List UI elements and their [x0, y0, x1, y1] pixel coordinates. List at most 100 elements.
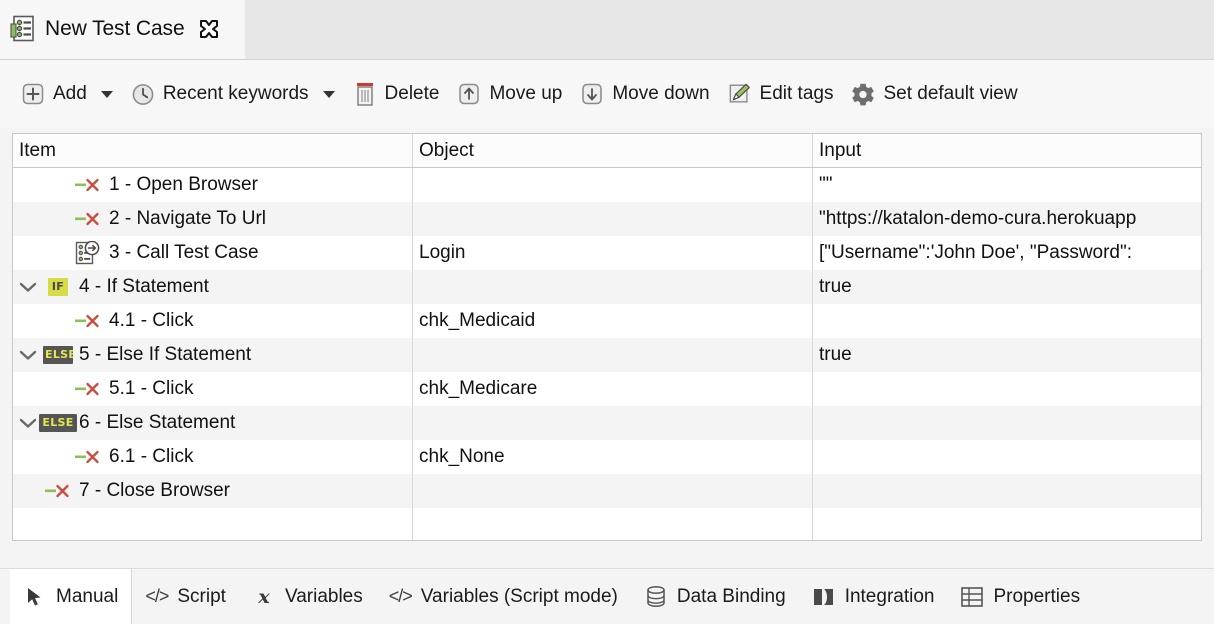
cell-object[interactable]: chk_None: [413, 440, 813, 474]
table-row[interactable]: 7 - Close Browser: [13, 474, 1201, 508]
cell-object[interactable]: Login: [413, 236, 813, 270]
plus-box-icon: [21, 82, 45, 106]
add-button[interactable]: Add: [21, 74, 122, 114]
cell-item[interactable]: 1 - Open Browser: [13, 168, 413, 202]
cell-input[interactable]: "": [813, 168, 1201, 202]
expand-chevron-icon[interactable]: [13, 281, 43, 293]
row-item-label: 5.1 - Click: [109, 378, 194, 399]
arrow-down-box-icon: [580, 82, 604, 106]
row-item-label: 2 - Navigate To Url: [109, 208, 266, 229]
keyword-icon: [75, 177, 101, 193]
database-icon: [644, 585, 668, 609]
expand-chevron-icon[interactable]: [13, 349, 43, 361]
else-if-badge: ELSEIF: [43, 346, 73, 364]
test-case-toolbar: Add Recent keywords Delete Move up Move …: [0, 60, 1214, 128]
row-item-label: 7 - Close Browser: [79, 480, 230, 501]
chevron-down-icon-2[interactable]: [322, 90, 335, 98]
column-header-input[interactable]: Input: [813, 134, 1201, 167]
cell-item[interactable]: 2 - Navigate To Url: [13, 202, 413, 236]
cell-item[interactable]: 5.1 - Click: [13, 372, 413, 406]
table-row[interactable]: 6.1 - Click chk_None: [13, 440, 1201, 474]
cell-object[interactable]: [413, 508, 813, 540]
cell-item[interactable]: 3 - Call Test Case: [13, 236, 413, 270]
table-row[interactable]: 5.1 - Click chk_Medicare: [13, 372, 1201, 406]
edit-tags-button[interactable]: Edit tags: [728, 74, 843, 114]
editor-bottom-tabs: Manual </> Script x Variables </> Variab…: [0, 568, 1214, 624]
table-grid-icon: [960, 585, 984, 609]
cell-object[interactable]: [413, 338, 813, 372]
table-row[interactable]: IF 4 - If Statement true: [13, 270, 1201, 304]
row-item-label: 4 - If Statement: [79, 276, 209, 297]
row-item-label: 6.1 - Click: [109, 446, 194, 467]
chevron-down-icon[interactable]: [100, 90, 113, 98]
cell-item[interactable]: ELSE 6 - Else Statement: [13, 406, 413, 440]
cell-object[interactable]: [413, 270, 813, 304]
cell-input[interactable]: [813, 406, 1201, 440]
delete-button[interactable]: Delete: [353, 74, 449, 114]
cell-item[interactable]: 6.1 - Click: [13, 440, 413, 474]
table-row[interactable]: ELSE 6 - Else Statement: [13, 406, 1201, 440]
keyword-icon: [75, 449, 101, 465]
cell-item[interactable]: 4.1 - Click: [13, 304, 413, 338]
cell-input[interactable]: [813, 508, 1201, 540]
cell-input[interactable]: [813, 304, 1201, 338]
cursor-arrow-icon: [23, 585, 47, 609]
set-default-view-label: Set default view: [883, 83, 1018, 104]
cell-object[interactable]: [413, 168, 813, 202]
table-row[interactable]: 3 - Call Test Case Login ["Username":'John…: [13, 236, 1201, 270]
row-icon-slot: [73, 241, 103, 265]
column-header-item[interactable]: Item: [13, 134, 413, 167]
clock-history-icon: [131, 82, 155, 106]
row-icon-slot: [73, 449, 103, 465]
tab-variables[interactable]: x Variables: [239, 569, 376, 624]
cell-object[interactable]: [413, 474, 813, 508]
tab-properties[interactable]: Properties: [947, 569, 1093, 624]
close-x-icon[interactable]: [198, 18, 220, 40]
tab-integration-label: Integration: [844, 585, 935, 607]
move-up-label: Move up: [489, 83, 563, 104]
table-header-row: Item Object Input: [13, 134, 1201, 168]
cell-object[interactable]: [413, 202, 813, 236]
keyword-icon: [45, 483, 71, 499]
keyword-icon: [75, 211, 101, 227]
tab-integration[interactable]: Integration: [799, 569, 948, 624]
cell-item[interactable]: ELSEIF 5 - Else If Statement: [13, 338, 413, 372]
cell-input[interactable]: true: [813, 270, 1201, 304]
tab-script[interactable]: </> Script: [131, 569, 239, 624]
set-default-view-button[interactable]: Set default view: [851, 74, 1026, 114]
table-row[interactable]: 4.1 - Click chk_Medicaid: [13, 304, 1201, 338]
recent-keywords-button[interactable]: Recent keywords: [131, 74, 344, 114]
tab-variables-script-mode-label: Variables (Script mode): [420, 585, 618, 607]
column-header-object[interactable]: Object: [413, 134, 813, 167]
document-tab-new-test-case[interactable]: New Test Case: [0, 0, 245, 59]
cell-input[interactable]: [813, 440, 1201, 474]
row-item-label: 1 - Open Browser: [109, 174, 258, 195]
row-item-label: 5 - Else If Statement: [79, 344, 252, 365]
code-brackets-icon-2: </>: [388, 586, 413, 606]
cell-input[interactable]: "https://katalon-demo-cura.herokuapp: [813, 202, 1201, 236]
table-row[interactable]: ELSEIF 5 - Else If Statement true: [13, 338, 1201, 372]
move-down-button[interactable]: Move down: [580, 74, 718, 114]
table-row[interactable]: 1 - Open Browser "": [13, 168, 1201, 202]
move-up-button[interactable]: Move up: [457, 74, 571, 114]
tab-variables-script-mode[interactable]: </> Variables (Script mode): [376, 569, 631, 624]
tab-manual[interactable]: Manual: [10, 569, 132, 624]
cell-object[interactable]: [413, 406, 813, 440]
tab-data-binding[interactable]: Data Binding: [631, 569, 799, 624]
code-brackets-icon: </>: [145, 586, 169, 606]
cell-input[interactable]: [813, 372, 1201, 406]
cell-input[interactable]: true: [813, 338, 1201, 372]
cell-object[interactable]: chk_Medicare: [413, 372, 813, 406]
cell-object[interactable]: chk_Medicaid: [413, 304, 813, 338]
table-row[interactable]: [13, 508, 1201, 540]
cell-item[interactable]: 7 - Close Browser: [13, 474, 413, 508]
cell-input[interactable]: ["Username":'John Doe', "Password":: [813, 236, 1201, 270]
cell-item[interactable]: [13, 508, 413, 540]
cell-item[interactable]: IF 4 - If Statement: [13, 270, 413, 304]
tab-properties-label: Properties: [993, 585, 1081, 607]
delete-label: Delete: [384, 83, 440, 104]
variable-x-icon: x: [252, 585, 276, 609]
cell-input[interactable]: [813, 474, 1201, 508]
table-row[interactable]: 2 - Navigate To Url "https://katalon-demo…: [13, 202, 1201, 236]
arrow-up-box-icon: [457, 82, 481, 106]
